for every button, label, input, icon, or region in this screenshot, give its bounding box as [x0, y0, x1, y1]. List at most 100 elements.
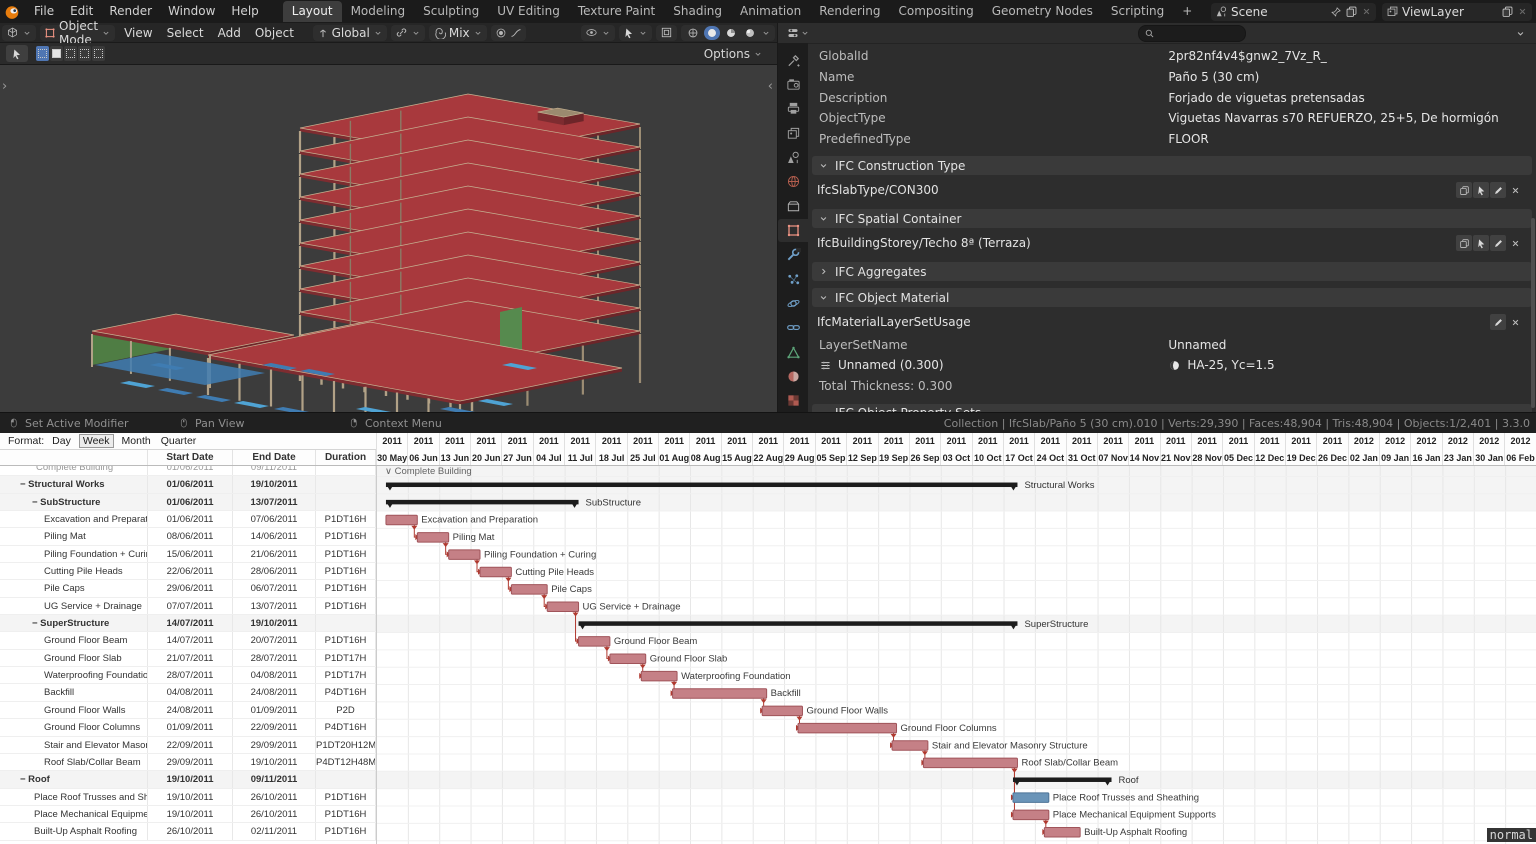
- properties-tab-texture[interactable]: [778, 390, 808, 412]
- falloff-selector[interactable]: [491, 25, 526, 41]
- properties-editor-icon[interactable]: [786, 26, 800, 40]
- gantt-row[interactable]: Ground Floor Slab21/07/201128/07/2011P1D…: [0, 650, 376, 667]
- gantt-row[interactable]: − SuperStructure14/07/201119/10/2011: [0, 615, 376, 632]
- shading-rendered-button[interactable]: [742, 26, 758, 40]
- gantt-row[interactable]: Cutting Pile Heads22/06/201128/06/2011P1…: [0, 563, 376, 580]
- visibility-dropdown[interactable]: [581, 25, 615, 41]
- pencil-button[interactable]: [1490, 314, 1506, 330]
- scrollbar[interactable]: [1531, 218, 1535, 408]
- gantt-bar[interactable]: [417, 533, 448, 543]
- select-mode-extend[interactable]: [50, 46, 63, 61]
- gantt-bar[interactable]: [386, 515, 417, 525]
- material-layer-cell[interactable]: Unnamed (0.300): [808, 358, 1168, 372]
- spatial-container-item[interactable]: IfcBuildingStorey/Techo 8ª (Terraza): [808, 231, 1536, 255]
- 3d-viewport-canvas[interactable]: [0, 65, 777, 412]
- workspace-tab-layout[interactable]: Layout: [283, 1, 342, 22]
- overlays-toggle[interactable]: [656, 25, 677, 41]
- gantt-bar[interactable]: [480, 567, 511, 577]
- close-button[interactable]: [1507, 314, 1523, 330]
- properties-tab-modifiers[interactable]: [778, 244, 808, 266]
- properties-tab-material[interactable]: [778, 365, 808, 387]
- gantt-row[interactable]: UG Service + Drainage07/07/201113/07/201…: [0, 598, 376, 615]
- gantt-row[interactable]: Stair and Elevator Masonry St...22/09/20…: [0, 737, 376, 754]
- gantt-row[interactable]: Place Mechanical Equipment Su...19/10/20…: [0, 806, 376, 823]
- close-icon[interactable]: [1361, 6, 1372, 17]
- select-mode-set[interactable]: [36, 46, 49, 61]
- gantt-chart-canvas[interactable]: ∨ Complete BuildingStructural WorksSubSt…: [377, 466, 1536, 844]
- duplicate-icon[interactable]: [1501, 5, 1514, 18]
- menu-file[interactable]: File: [26, 0, 62, 23]
- gantt-bar[interactable]: [892, 741, 928, 751]
- select-mode-subtract[interactable]: [64, 46, 77, 61]
- section-header-ifc-spatial-container[interactable]: IFC Spatial Container: [812, 209, 1532, 228]
- properties-tab-render[interactable]: [778, 73, 808, 95]
- editor-type-selector[interactable]: [2, 25, 36, 41]
- workspace-tab-geometry-nodes[interactable]: Geometry Nodes: [983, 1, 1102, 22]
- gantt-row[interactable]: Piling Foundation + Curing15/06/201121/0…: [0, 546, 376, 563]
- workspace-tab-scripting[interactable]: Scripting: [1102, 1, 1173, 22]
- gantt-row[interactable]: Ground Floor Columns01/09/201122/09/2011…: [0, 719, 376, 736]
- gantt-bar[interactable]: [641, 671, 677, 681]
- properties-tab-tool[interactable]: [778, 49, 808, 71]
- properties-tab-viewlayer[interactable]: [778, 122, 808, 144]
- section-header-ifc-construction-type[interactable]: IFC Construction Type: [812, 156, 1532, 175]
- format-mode-quarter[interactable]: Quarter: [159, 435, 199, 447]
- material-cell[interactable]: HA-25, Yc=1.5: [1168, 358, 1274, 372]
- copy-button[interactable]: [1456, 235, 1472, 251]
- gantt-row[interactable]: Piling Mat08/06/201114/06/2011P1DT16H: [0, 528, 376, 545]
- viewport-menu-select[interactable]: Select: [160, 26, 211, 40]
- gantt-bar[interactable]: [762, 706, 802, 716]
- column-header-end[interactable]: End Date: [233, 450, 316, 465]
- gantt-row[interactable]: Backfill04/08/201124/08/2011P4DT16H: [0, 684, 376, 701]
- properties-tab-world[interactable]: [778, 171, 808, 193]
- properties-tab-data[interactable]: [778, 341, 808, 363]
- blender-logo-icon[interactable]: [0, 0, 24, 23]
- properties-tab-physics[interactable]: [778, 292, 808, 314]
- section-header-ifc-object-material[interactable]: IFC Object Material: [812, 288, 1532, 307]
- gantt-bar[interactable]: [1013, 793, 1049, 803]
- proportional-editing[interactable]: Mix: [429, 25, 487, 41]
- gantt-bar[interactable]: [449, 550, 480, 560]
- select-mode-invert[interactable]: [78, 46, 91, 61]
- properties-editor-icon[interactable]: [786, 26, 800, 40]
- viewport-menu-object[interactable]: Object: [248, 26, 301, 40]
- 3d-viewport[interactable]: › ‹: [0, 65, 777, 412]
- workspace-tab-rendering[interactable]: Rendering: [810, 1, 889, 22]
- column-header-start[interactable]: Start Date: [148, 450, 233, 465]
- pin-icon[interactable]: [1330, 6, 1342, 18]
- format-mode-week[interactable]: Week: [79, 434, 114, 448]
- properties-tab-constraints[interactable]: [778, 317, 808, 339]
- gantt-bar[interactable]: [610, 654, 646, 664]
- menu-render[interactable]: Render: [101, 0, 160, 23]
- chevron-down-icon[interactable]: [800, 28, 810, 38]
- shading-wireframe-button[interactable]: [685, 26, 701, 40]
- viewlayer-selector[interactable]: ViewLayer: [1382, 3, 1532, 21]
- close-button[interactable]: [1507, 182, 1523, 198]
- close-icon[interactable]: [1517, 6, 1528, 17]
- chevron-down-icon[interactable]: [1515, 28, 1526, 39]
- workspace-tab-modeling[interactable]: Modeling: [342, 1, 415, 22]
- chevron-down-icon[interactable]: [761, 28, 771, 38]
- workspace-tab-sculpting[interactable]: Sculpting: [414, 1, 488, 22]
- shading-material-button[interactable]: [723, 26, 739, 40]
- format-mode-day[interactable]: Day: [50, 435, 73, 447]
- gantt-row[interactable]: Ground Floor Beam14/07/201120/07/2011P1D…: [0, 632, 376, 649]
- duplicate-icon[interactable]: [1345, 5, 1358, 18]
- pencil-button[interactable]: [1490, 182, 1506, 198]
- gantt-bar[interactable]: [798, 723, 897, 733]
- column-header-duration[interactable]: Duration: [316, 450, 376, 465]
- gantt-bar[interactable]: [1044, 828, 1080, 838]
- properties-tab-particles[interactable]: [778, 268, 808, 290]
- viewport-menu-add[interactable]: Add: [211, 26, 248, 40]
- scene-selector[interactable]: Scene: [1211, 3, 1376, 21]
- search-input[interactable]: [1158, 26, 1232, 40]
- menu-help[interactable]: Help: [223, 0, 266, 23]
- copy-button[interactable]: [1456, 182, 1472, 198]
- close-icon[interactable]: [1517, 6, 1528, 17]
- cursor-button[interactable]: [1473, 182, 1489, 198]
- duplicate-icon[interactable]: [1501, 5, 1514, 18]
- properties-tab-output[interactable]: [778, 98, 808, 120]
- section-header-ifc-object-property-sets[interactable]: IFC Object Property Sets: [812, 404, 1532, 413]
- gantt-row[interactable]: − SubStructure01/06/201113/07/2011: [0, 494, 376, 511]
- material-usage-item[interactable]: IfcMaterialLayerSetUsage: [808, 310, 1536, 334]
